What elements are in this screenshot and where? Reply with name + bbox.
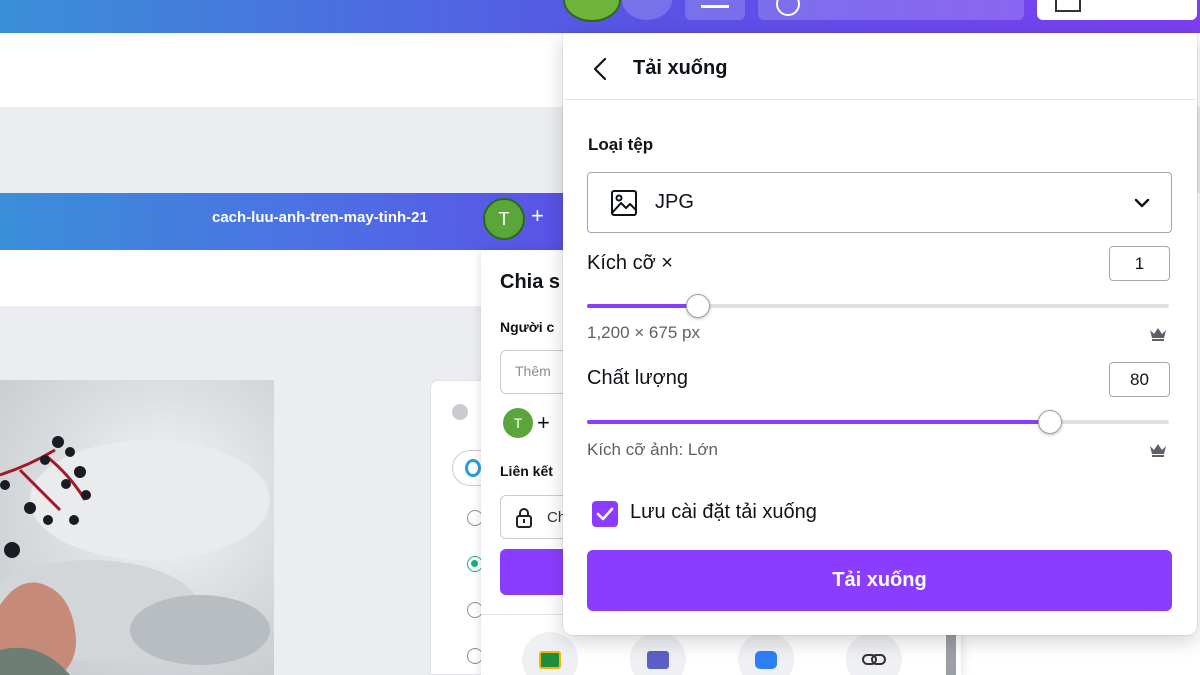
back-arrow-icon[interactable]	[590, 56, 612, 82]
size-slider-knob[interactable]	[685, 294, 710, 318]
quality-input[interactable]: 80	[1109, 362, 1170, 397]
size-label: Kích cỡ ×	[587, 252, 673, 274]
options-card	[430, 380, 482, 675]
checkmark-icon	[596, 507, 614, 521]
quality-slider-knob[interactable]	[1037, 410, 1062, 434]
crown-icon	[1150, 328, 1166, 341]
chevron-down-icon	[1134, 198, 1150, 208]
save-settings-label[interactable]: Lưu cài đặt tải xuống	[630, 501, 817, 524]
add-people-placeholder: Thêm	[515, 363, 551, 379]
file-type-select[interactable]: JPG	[587, 172, 1172, 233]
share-icon	[1055, 0, 1081, 12]
add-collaborator-button[interactable]	[622, 0, 672, 20]
inner-add-button[interactable]: +	[531, 203, 544, 229]
download-button[interactable]: Tải xuống	[587, 550, 1172, 611]
lock-icon	[516, 508, 532, 528]
app-pill[interactable]	[452, 450, 482, 486]
image-icon	[611, 190, 637, 216]
size-slider-fill	[587, 304, 698, 308]
quality-slider[interactable]	[587, 410, 1169, 434]
image-dimensions: 1,200 × 675 px	[587, 323, 700, 342]
present-button[interactable]	[758, 0, 1024, 20]
top-bar	[0, 0, 1200, 33]
image-size-text: Kích cỡ ảnh: Lớn	[587, 440, 718, 459]
present-icon	[776, 0, 800, 16]
app-logo-icon	[465, 459, 481, 477]
download-panel-title: Tải xuống	[633, 57, 728, 79]
analytics-button[interactable]	[685, 0, 745, 20]
share-button[interactable]	[1037, 0, 1197, 20]
file-type-value: JPG	[655, 191, 694, 213]
chain-icon	[862, 654, 886, 665]
share-panel-title: Chia s	[500, 271, 561, 293]
snow-berries-image	[0, 436, 270, 675]
check-icon	[452, 404, 468, 420]
crown-icon	[1150, 444, 1166, 457]
save-settings-checkbox[interactable]	[592, 501, 618, 527]
people-label: Người c	[500, 319, 555, 335]
quality-slider-fill	[587, 420, 1050, 424]
bar-icon	[701, 5, 729, 8]
link-label: Liên kết	[500, 463, 553, 479]
size-input[interactable]: 1	[1109, 246, 1170, 281]
user-avatar[interactable]	[563, 0, 621, 22]
design-photo	[0, 380, 274, 675]
file-type-label: Loại tệp	[588, 135, 654, 154]
size-slider[interactable]	[587, 294, 1169, 318]
quality-label: Chất lượng	[587, 367, 688, 389]
collaborator-avatar[interactable]: T	[503, 408, 533, 438]
design-title[interactable]: cach-luu-anh-tren-may-tinh-21	[212, 209, 428, 226]
divider	[565, 99, 1195, 100]
add-people-button[interactable]: +	[537, 410, 550, 436]
inner-avatar[interactable]: T	[483, 198, 525, 240]
